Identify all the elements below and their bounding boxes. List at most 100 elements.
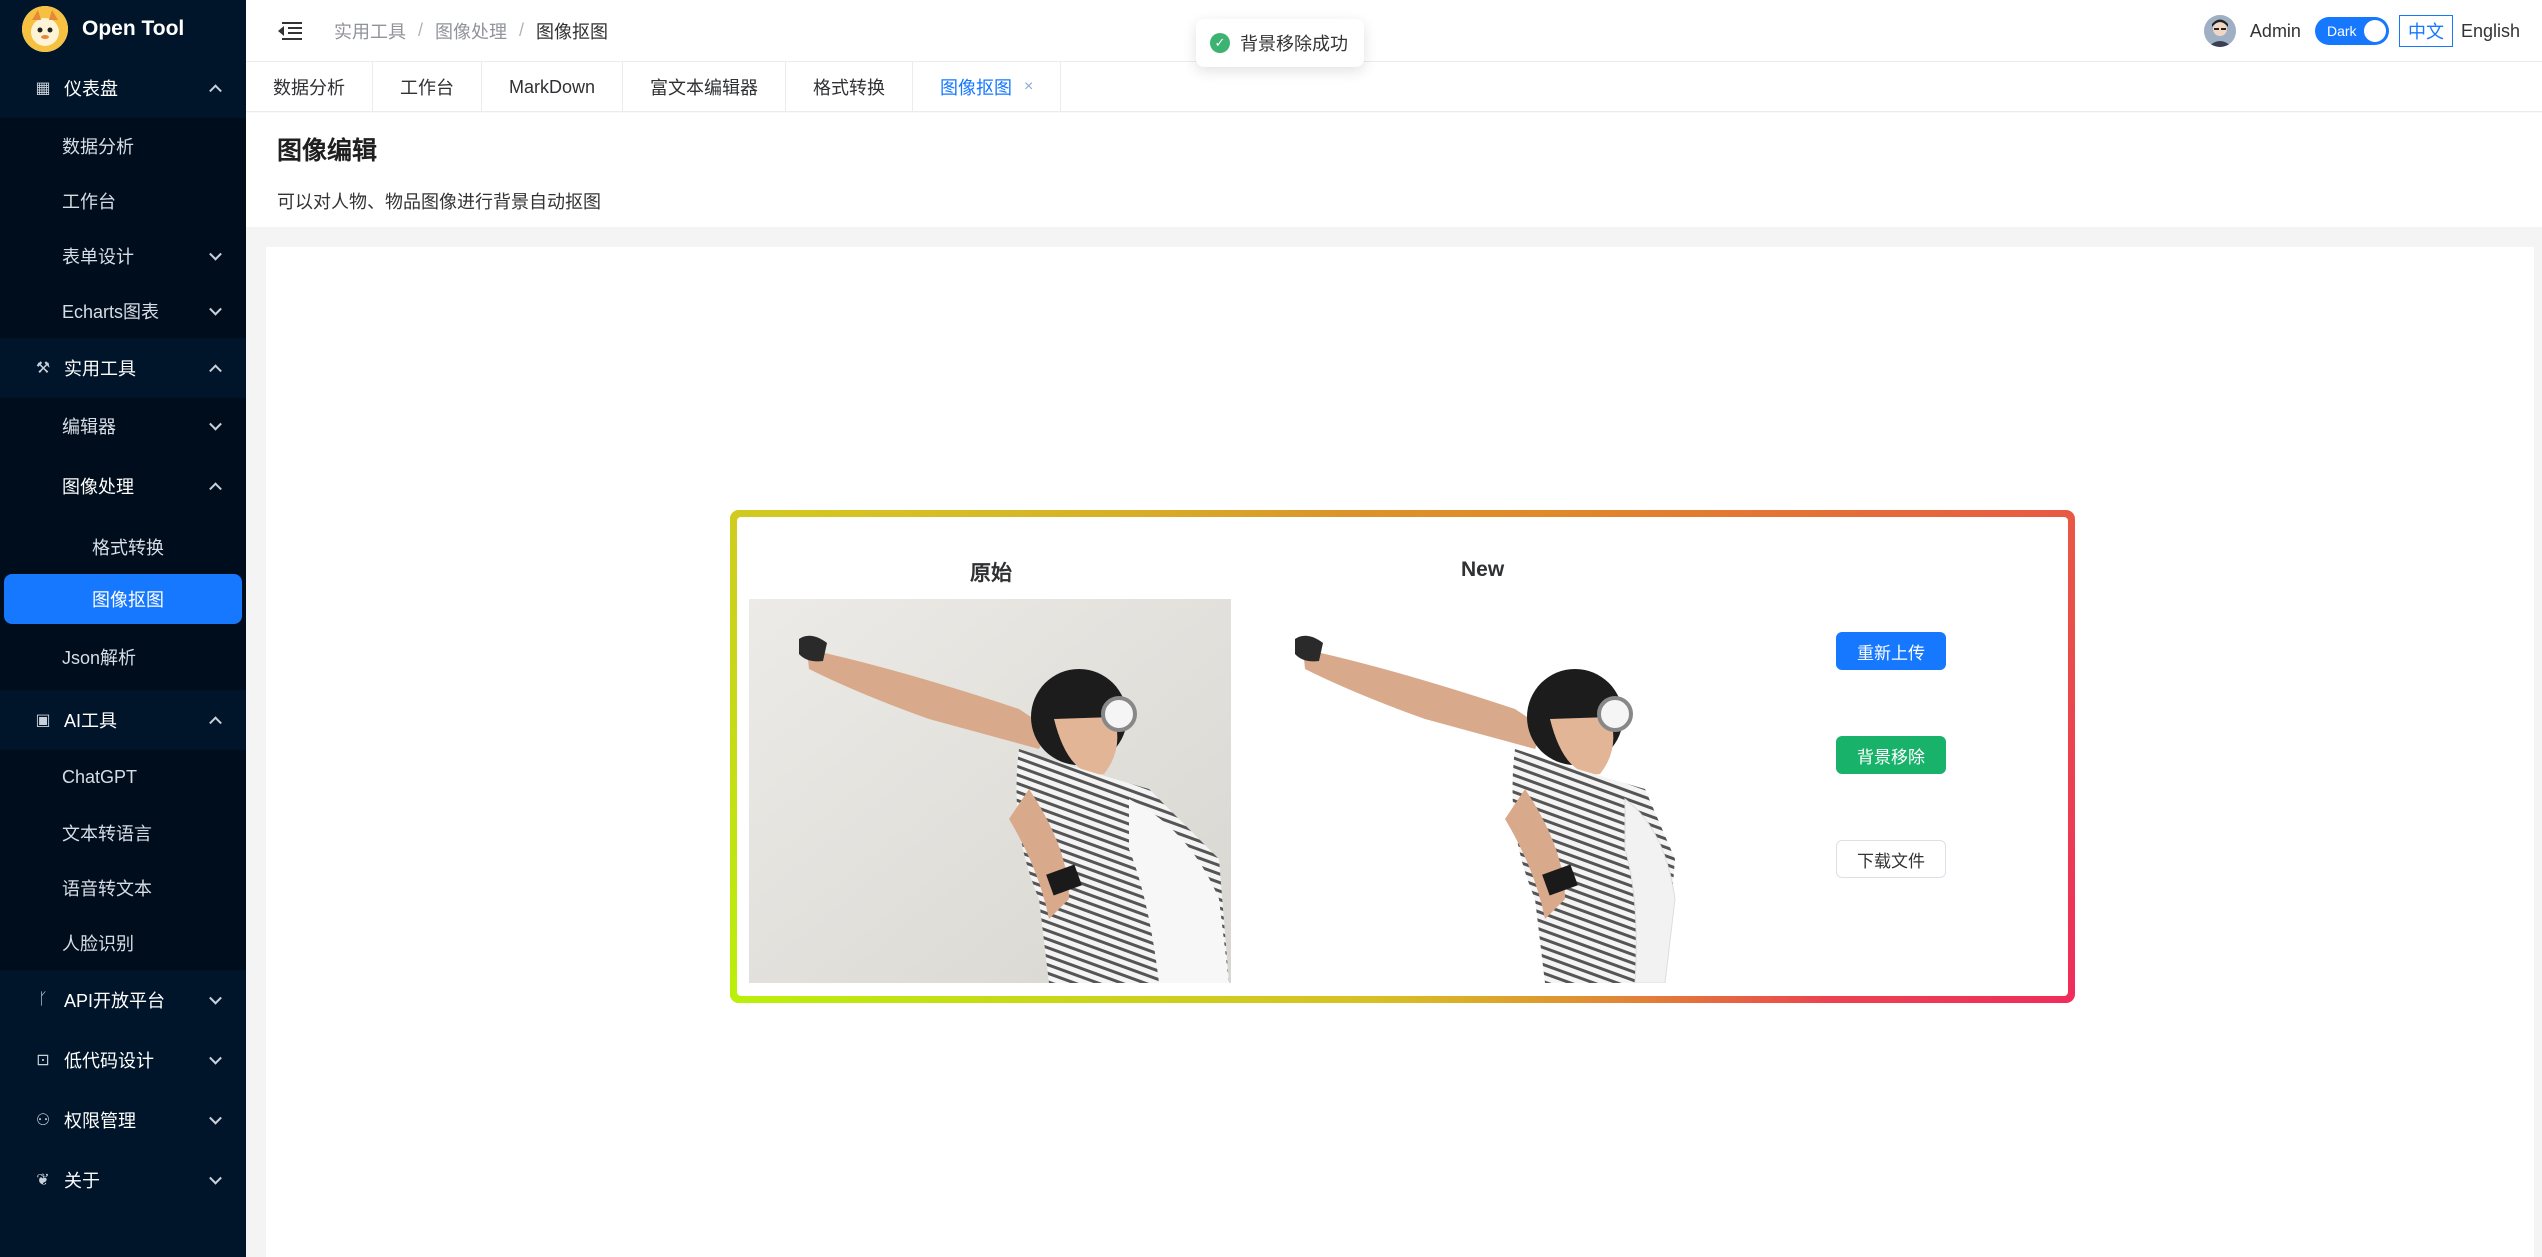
breadcrumb-separator: / [519,20,525,40]
menu-label: 文本转语言 [62,823,152,844]
menu-echarts[interactable]: Echarts图表 [0,283,246,338]
menu-label: ChatGPT [62,767,138,787]
menu-image-matting[interactable]: 图像抠图 [4,574,242,624]
logo-icon [22,6,68,52]
menu-api[interactable]: ᚴ API开放平台 [0,970,246,1030]
chevron-down-icon [209,302,222,316]
chevron-down-icon [209,247,222,261]
page-title: 图像编辑 [277,137,378,165]
tab-label: 数据分析 [273,78,345,98]
menu-auth-label: 权限管理 [64,1111,136,1131]
menu-label: Echarts图表 [62,301,160,322]
users-icon: ⚇ [35,1112,51,1129]
robot-icon: ▣ [35,712,51,729]
image-editor-panel: 原始 New 重新上传 背景移除 下载文件 [730,510,2075,1003]
menu-stt[interactable]: 语音转文本 [0,860,246,915]
menu-image-processing[interactable]: 图像处理 [0,453,246,519]
breadcrumb: 实用工具 / 图像处理 / 图像抠图 [334,18,608,44]
logo[interactable]: Open Tool [0,0,246,58]
tab-label: 图像抠图 [940,78,1013,98]
result-image [1245,599,1727,983]
download-button[interactable]: 下载文件 [1836,840,1946,878]
dashboard-submenu: 数据分析 工作台 表单设计 Echarts图表 [0,118,246,338]
lang-en-button[interactable]: English [2453,19,2528,44]
tab-markdown[interactable]: MarkDown [482,62,624,112]
remove-background-button[interactable]: 背景移除 [1836,736,1946,774]
dashboard-icon: ▦ [35,80,51,97]
page-description: 可以对人物、物品图像进行背景自动抠图 [277,192,601,212]
chevron-down-icon [209,1111,222,1125]
close-icon[interactable]: × [1024,78,1033,96]
breadcrumb-current: 图像抠图 [536,21,609,42]
breadcrumb-item[interactable]: 图像处理 [435,18,507,44]
menu-form-design[interactable]: 表单设计 [0,228,246,283]
logo-text: Open Tool [82,17,185,40]
tab-label: 格式转换 [813,78,886,98]
chevron-up-icon [209,84,222,98]
tab-data-analysis[interactable]: 数据分析 [246,62,373,112]
menu-dashboard-label: 仪表盘 [64,79,118,99]
tab-rich-text[interactable]: 富文本编辑器 [623,62,787,112]
check-icon: ✓ [1210,33,1230,53]
menu-tools[interactable]: ⚒ 实用工具 [0,338,246,398]
menu-json[interactable]: Json解析 [0,624,246,690]
theme-toggle[interactable]: Dark [2314,17,2389,45]
menu-label: 数据分析 [62,136,134,157]
menu-tts[interactable]: 文本转语言 [0,805,246,860]
menu-fold-icon[interactable] [278,21,302,40]
sidebar: Open Tool ▦ 仪表盘 数据分析 工作台 表单设计 Echarts图表 … [0,0,246,1257]
menu-label: 编辑器 [62,416,116,437]
menu-auth[interactable]: ⚇ 权限管理 [0,1090,246,1150]
menu-workbench[interactable]: 工作台 [0,173,246,228]
original-title: 原始 [970,562,1012,585]
chevron-down-icon [209,417,222,431]
menu-dashboard[interactable]: ▦ 仪表盘 [0,58,246,118]
success-toast: ✓ 背景移除成功 [1196,19,1364,67]
reupload-button[interactable]: 重新上传 [1836,632,1946,670]
menu-ai-label: AI工具 [64,711,118,731]
toast-message: 背景移除成功 [1240,34,1348,54]
menu-face[interactable]: 人脸识别 [0,915,246,970]
menu-label: 图像处理 [62,477,134,497]
menu-about[interactable]: ❦ 关于 [0,1150,246,1210]
tab-label: 富文本编辑器 [650,78,759,98]
chevron-up-icon [209,716,222,730]
ai-submenu: ChatGPT 文本转语言 语音转文本 人脸识别 [0,750,246,970]
menu-data-analysis[interactable]: 数据分析 [0,118,246,173]
menu-lowcode[interactable]: ⊡ 低代码设计 [0,1030,246,1090]
tab-bar: 数据分析 工作台 MarkDown 富文本编辑器 格式转换 图像抠图 × [246,62,2542,112]
code-icon: ⊡ [36,1052,50,1069]
tab-image-matting[interactable]: 图像抠图 × [913,62,1062,112]
avatar[interactable] [2203,15,2236,47]
username[interactable]: Admin [2250,21,2301,42]
menu-lowcode-label: 低代码设计 [64,1051,154,1071]
menu-format-convert[interactable]: 格式转换 [0,519,246,574]
menu-label: 表单设计 [62,246,134,267]
top-header: 实用工具 / 图像处理 / 图像抠图 Admin Dark 中文 English [246,0,2542,62]
tools-submenu: 编辑器 图像处理 格式转换 图像抠图 Json解析 [0,398,246,690]
tab-workbench[interactable]: 工作台 [373,62,482,112]
menu-label: Json解析 [62,648,137,668]
chevron-up-icon [209,482,222,496]
menu-ai[interactable]: ▣ AI工具 [0,690,246,750]
page-header: 图像编辑 可以对人物、物品图像进行背景自动抠图 [246,113,2542,227]
info-icon: ❦ [36,1172,50,1189]
tab-format-convert[interactable]: 格式转换 [786,62,914,112]
menu-label: 格式转换 [92,537,164,558]
breadcrumb-item[interactable]: 实用工具 [334,18,406,44]
tab-label: MarkDown [509,76,596,97]
lang-zh-button[interactable]: 中文 [2398,15,2453,47]
panel-inner: 原始 New 重新上传 背景移除 下载文件 [737,517,2068,996]
chevron-down-icon [209,991,222,1005]
person-cutout [1295,635,1676,983]
menu-chatgpt[interactable]: ChatGPT [0,750,246,805]
menu-label: 人脸识别 [62,933,134,954]
new-title: New [1461,558,1505,581]
wrench-icon: ⚒ [35,360,51,377]
menu-label: 语音转文本 [62,878,152,899]
branch-icon: ᚴ [38,991,48,1008]
menu-label: 工作台 [62,191,116,212]
menu-editor[interactable]: 编辑器 [0,398,246,453]
menu-tools-label: 实用工具 [64,359,136,379]
chevron-down-icon [209,1051,222,1065]
